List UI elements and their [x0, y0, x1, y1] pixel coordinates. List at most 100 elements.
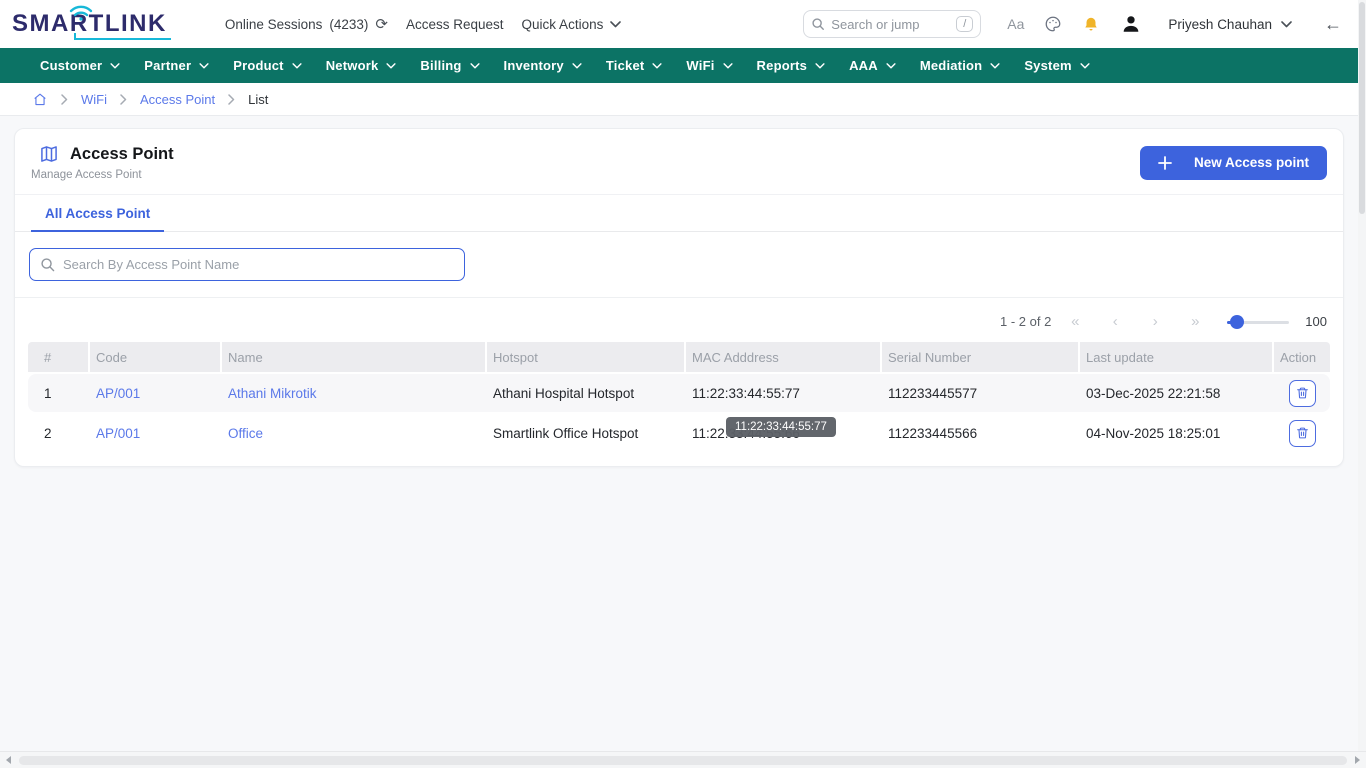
top-bar: SMARTLINK Online Sessions (4233) ⟳ Acces… — [0, 0, 1366, 48]
pagination: 1 - 2 of 2 « ‹ › » 100 — [15, 298, 1343, 342]
tab-bar: All Access Point — [15, 195, 1343, 232]
nav-item-system[interactable]: System — [1024, 58, 1089, 73]
top-links: Online Sessions (4233) ⟳ Access Request … — [225, 17, 622, 32]
column-header-code: Code — [90, 342, 222, 372]
collapse-back-icon[interactable]: ← — [1324, 15, 1342, 33]
breadcrumb-access-point[interactable]: Access Point — [140, 92, 215, 107]
tab-all-access-point[interactable]: All Access Point — [31, 195, 164, 232]
main-navbar: Customer Partner Product Network Billing… — [0, 48, 1366, 83]
access-point-table: # Code Name Hotspot MAC Adddress Serial … — [28, 342, 1330, 452]
vertical-scrollbar-thumb[interactable] — [1359, 2, 1365, 214]
mac-tooltip: 11:22:33:44:55:77 — [726, 417, 836, 437]
scroll-left-icon[interactable] — [6, 756, 11, 764]
page-subtitle: Manage Access Point — [31, 169, 174, 181]
page-content: Access Point Manage Access Point New Acc… — [0, 116, 1358, 751]
access-point-card: Access Point Manage Access Point New Acc… — [14, 128, 1344, 467]
horizontal-scrollbar-thumb[interactable] — [19, 756, 1347, 765]
search-shortcut-badge: / — [956, 16, 973, 32]
column-header-last-update: Last update — [1080, 342, 1274, 372]
page-title: Access Point — [70, 145, 174, 164]
first-page-icon[interactable]: « — [1055, 313, 1095, 330]
refresh-icon[interactable]: ⟳ — [375, 17, 388, 32]
cell-name-link[interactable]: Athani Mikrotik — [228, 386, 317, 401]
cell-index: 1 — [28, 374, 90, 412]
user-name: Priyesh Chauhan — [1168, 17, 1272, 32]
chevron-down-icon — [110, 63, 120, 69]
online-sessions: Online Sessions (4233) ⟳ — [225, 17, 388, 32]
page-size-slider[interactable] — [1227, 315, 1289, 329]
global-search[interactable]: / — [803, 10, 981, 38]
page-size-value: 100 — [1305, 314, 1327, 329]
user-menu[interactable]: Priyesh Chauhan — [1168, 17, 1292, 32]
nav-item-mediation[interactable]: Mediation — [920, 58, 1000, 73]
cell-code-link[interactable]: AP/001 — [96, 386, 140, 401]
column-header-action: Action — [1274, 342, 1330, 372]
quick-actions-menu[interactable]: Quick Actions — [522, 17, 622, 32]
breadcrumb-separator-icon — [61, 94, 68, 105]
delete-button[interactable] — [1289, 380, 1316, 407]
chevron-down-icon — [292, 63, 302, 69]
chevron-down-icon — [990, 63, 1000, 69]
search-icon — [40, 257, 55, 272]
theme-palette-icon[interactable] — [1044, 15, 1062, 33]
prev-page-icon[interactable]: ‹ — [1095, 313, 1135, 330]
column-header-hotspot: Hotspot — [487, 342, 686, 372]
chevron-down-icon — [470, 63, 480, 69]
cell-hotspot: Smartlink Office Hotspot — [487, 414, 686, 452]
table-header-row: # Code Name Hotspot MAC Adddress Serial … — [28, 342, 1330, 372]
breadcrumb-wifi[interactable]: WiFi — [81, 92, 107, 107]
delete-button[interactable] — [1289, 420, 1316, 447]
nav-item-product[interactable]: Product — [233, 58, 302, 73]
chevron-down-icon — [572, 63, 582, 69]
nav-item-inventory[interactable]: Inventory — [504, 58, 582, 73]
cell-serial: 112233445577 — [882, 374, 1080, 412]
breadcrumb-separator-icon — [120, 94, 127, 105]
pagination-range: 1 - 2 of 2 — [1000, 314, 1051, 329]
nav-item-billing[interactable]: Billing — [420, 58, 479, 73]
chevron-down-icon — [886, 63, 896, 69]
table-row: 1 AP/001 Athani Mikrotik Athani Hospital… — [28, 374, 1330, 412]
nav-item-wifi[interactable]: WiFi — [686, 58, 732, 73]
breadcrumb-separator-icon — [228, 94, 235, 105]
home-icon[interactable] — [32, 92, 48, 107]
column-header-index: # — [28, 342, 90, 372]
chevron-down-icon — [610, 21, 621, 28]
nav-item-ticket[interactable]: Ticket — [606, 58, 663, 73]
card-header: Access Point Manage Access Point New Acc… — [15, 129, 1343, 195]
user-avatar[interactable] — [1120, 13, 1142, 35]
column-header-mac: MAC Adddress — [686, 342, 882, 372]
nav-item-customer[interactable]: Customer — [40, 58, 120, 73]
cell-code-link[interactable]: AP/001 — [96, 426, 140, 441]
access-point-search-input[interactable] — [63, 257, 454, 272]
logo-underline — [74, 38, 171, 40]
next-page-icon[interactable]: › — [1135, 313, 1175, 330]
online-sessions-label: Online Sessions — [225, 17, 323, 32]
last-page-icon[interactable]: » — [1175, 313, 1215, 330]
nav-item-aaa[interactable]: AAA — [849, 58, 896, 73]
top-icon-group: Aa Priyesh Chauhan ← — [1007, 13, 1342, 35]
nav-item-reports[interactable]: Reports — [757, 58, 826, 73]
chevron-down-icon — [1281, 21, 1292, 28]
chevron-down-icon — [815, 63, 825, 69]
cell-last-update: 03-Dec-2025 22:21:58 — [1080, 374, 1274, 412]
chevron-down-icon — [723, 63, 733, 69]
cell-index: 2 — [28, 414, 90, 452]
nav-item-network[interactable]: Network — [326, 58, 397, 73]
slider-handle[interactable] — [1230, 315, 1244, 329]
access-request-link[interactable]: Access Request — [406, 17, 504, 32]
nav-item-partner[interactable]: Partner — [144, 58, 209, 73]
vertical-scrollbar — [1358, 0, 1366, 751]
chevron-down-icon — [652, 63, 662, 69]
app-screen: SMARTLINK Online Sessions (4233) ⟳ Acces… — [0, 0, 1366, 768]
access-point-search[interactable] — [29, 248, 465, 281]
cell-hotspot: Athani Hospital Hotspot — [487, 374, 686, 412]
wifi-arcs-icon — [68, 3, 94, 21]
font-size-icon[interactable]: Aa — [1007, 16, 1024, 32]
app-logo[interactable]: SMARTLINK — [12, 12, 167, 36]
scroll-right-icon[interactable] — [1355, 756, 1360, 764]
global-search-input[interactable] — [831, 17, 921, 32]
notifications-bell-icon[interactable] — [1082, 15, 1100, 34]
new-access-point-button[interactable]: New Access point — [1140, 146, 1327, 180]
chevron-down-icon — [386, 63, 396, 69]
cell-name-link[interactable]: Office — [228, 426, 263, 441]
